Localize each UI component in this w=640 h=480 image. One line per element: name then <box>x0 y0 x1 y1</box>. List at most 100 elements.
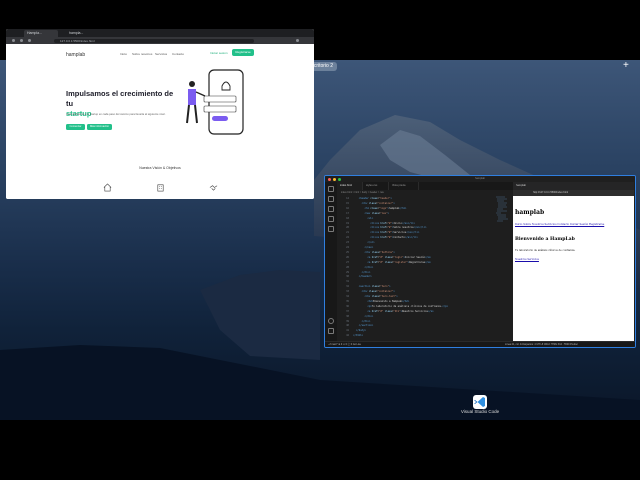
start-button[interactable]: Comenzar <box>66 124 85 130</box>
more-info-button[interactable]: Más información <box>87 124 112 130</box>
code-token: </a></li> <box>402 221 415 225</box>
tab-styles-css[interactable]: styles.css <box>363 182 389 190</box>
code-token: </section> <box>358 324 374 328</box>
code-line[interactable]: 40 </section> <box>337 324 373 327</box>
reload-icon[interactable] <box>28 39 31 42</box>
code-line[interactable]: 24 </nav> <box>337 246 373 249</box>
close-icon[interactable] <box>328 177 331 181</box>
line-number: 30 <box>346 275 349 279</box>
nav-link-sobre[interactable]: Sobre nosotros <box>132 52 152 56</box>
preview-services-link[interactable]: Nuestros Servicios <box>515 258 539 261</box>
editor-tabs: index.html styles.css Vista previa <box>337 182 513 190</box>
code-token: </p> <box>442 304 449 308</box>
add-desktop-button[interactable]: + <box>623 60 629 72</box>
code-token: "hero" <box>380 285 390 289</box>
code-token: > <box>393 290 395 294</box>
site-logo[interactable]: hamplab <box>66 52 85 58</box>
code-line[interactable]: 37 <a href="#" class="btn">Nuestros Serv… <box>337 310 434 313</box>
browser-tab-strip: Hampla... hampla... <box>6 29 314 37</box>
code-line[interactable]: 29 </div> <box>337 271 370 274</box>
code-line[interactable]: 33 <div class="container"> <box>337 290 395 293</box>
code-token: <li><a <box>370 221 379 225</box>
code-token: "header" <box>378 197 391 200</box>
line-number: 22 <box>346 236 349 240</box>
code-line[interactable]: 16 <h1 class="logo">hamplab</h1> <box>337 207 406 210</box>
nav-link-contacto[interactable]: Contacto <box>172 52 184 56</box>
code-token: "nav" <box>380 211 388 215</box>
code-line[interactable]: 38 </div> <box>337 315 373 318</box>
code-line[interactable]: 36 <p>Tu laboratorio de análisis clínico… <box>337 305 448 308</box>
code-line[interactable]: 39 </div> <box>337 320 370 323</box>
back-icon[interactable] <box>12 39 15 42</box>
tab-preview[interactable]: Vista previa <box>389 182 419 190</box>
code-token: "btn" <box>393 309 401 313</box>
code-token: "login" <box>393 255 404 259</box>
preview-url-bar: http://127.0.0.1:5500/index.html <box>513 190 634 196</box>
status-right[interactable]: Línea 21, col. 44 Espacios: 4 UTF-8 CRLF… <box>505 342 578 347</box>
extensions-icon[interactable] <box>328 226 334 232</box>
preview-tab[interactable]: hamplab <box>516 182 526 190</box>
explorer-icon[interactable] <box>328 186 334 192</box>
code-line[interactable]: 18 <ul> <box>337 217 373 220</box>
code-line[interactable]: 30 </header> <box>337 275 372 278</box>
maximize-icon[interactable] <box>338 177 341 181</box>
code-line[interactable]: 23 </ul> <box>337 241 375 244</box>
browser-tab-2[interactable]: hampla... <box>66 30 94 37</box>
code-line[interactable]: 21 <li><a href="#">Servicios</a></li> <box>337 231 419 234</box>
nav-link-servicios[interactable]: Servicios <box>155 52 167 56</box>
webpage-content: hamplab Inicio Sobre nosotros Servicios … <box>6 44 314 199</box>
login-link[interactable]: Iniciar sesión <box>210 51 228 55</box>
code-token: <section <box>358 285 371 289</box>
code-token: class <box>383 260 392 264</box>
preview-nav-links[interactable]: Inicio Sobre Nosotros Servicios Contacto… <box>515 223 625 227</box>
browser-tab-1[interactable]: Hampla... <box>24 30 58 37</box>
forward-icon[interactable] <box>20 39 23 42</box>
line-number: 21 <box>346 231 349 235</box>
account-icon[interactable] <box>328 318 334 324</box>
line-number: 24 <box>346 246 349 249</box>
code-token: </a></li> <box>413 226 427 230</box>
code-token: </div> <box>364 265 374 269</box>
code-token: </nav> <box>364 246 374 249</box>
code-line[interactable]: 27 <a href="#" class="register">Registra… <box>337 261 431 264</box>
code-line[interactable]: 35 <h2>Bienvenido a HampLab</h2> <box>337 300 409 303</box>
code-line[interactable]: 25 <div class="buttons"> <box>337 251 395 254</box>
minimize-icon[interactable] <box>333 177 336 181</box>
minimap[interactable] <box>495 195 509 225</box>
code-line[interactable]: 34 <div class="hero-text"> <box>337 295 398 298</box>
status-bar: ⎇ main* ⊗ 0 ⚠ 0 ⓘ 0 Go Live Línea 21, co… <box>325 341 635 347</box>
source-control-icon[interactable] <box>328 206 334 212</box>
code-editor[interactable]: 14 <header class="header"> 15 <div class=… <box>337 195 513 341</box>
code-line[interactable]: 15 <div class="container"> <box>337 202 395 205</box>
code-line[interactable]: 42 </html> <box>337 334 363 337</box>
code-token: </div> <box>364 314 374 318</box>
code-line[interactable]: 32 <section class="hero"> <box>337 285 390 288</box>
code-token: Registrarse <box>409 260 426 264</box>
code-token: "logo" <box>378 206 388 210</box>
line-number: 40 <box>346 324 349 328</box>
code-line[interactable]: 22 <li><a href="#">Contacto</a></li> <box>337 236 418 239</box>
line-number: 38 <box>346 314 349 318</box>
menu-icon[interactable] <box>296 39 299 42</box>
code-line[interactable]: 28 </div> <box>337 266 373 269</box>
code-line[interactable]: 26 <a href="#" class="login">Iniciar Ses… <box>337 256 431 259</box>
vscode-dock-icon[interactable] <box>473 395 487 409</box>
tab-index-html[interactable]: index.html <box>337 182 363 190</box>
settings-gear-icon[interactable] <box>328 328 334 334</box>
line-number: 31 <box>346 280 349 284</box>
code-line[interactable]: 17 <nav class="nav"> <box>337 212 389 215</box>
code-line[interactable]: 20 <li><a href="#">Sobre nosotros</a></l… <box>337 226 426 229</box>
status-left[interactable]: ⎇ main* ⊗ 0 ⚠ 0 ⓘ 0 Go Live <box>328 342 361 347</box>
code-token: "buttons" <box>380 250 394 254</box>
address-bar[interactable]: 127.0.0.1:5500/index.html <box>54 38 254 43</box>
preview-url[interactable]: http://127.0.0.1:5500/index.html <box>533 190 568 196</box>
code-line[interactable]: 41 </body> <box>337 329 366 332</box>
code-line[interactable]: 31 <box>337 280 353 283</box>
code-token: Bienvenido a HampLab <box>373 299 402 303</box>
register-button[interactable]: Registrarse <box>232 49 254 56</box>
nav-link-inicio[interactable]: Inicio <box>120 52 127 56</box>
run-debug-icon[interactable] <box>328 216 334 222</box>
code-line[interactable]: 14 <header class="header"> <box>337 197 392 200</box>
code-line[interactable]: 19 <li><a href="#">Inicio</a></li> <box>337 222 415 225</box>
search-icon[interactable] <box>328 196 334 202</box>
